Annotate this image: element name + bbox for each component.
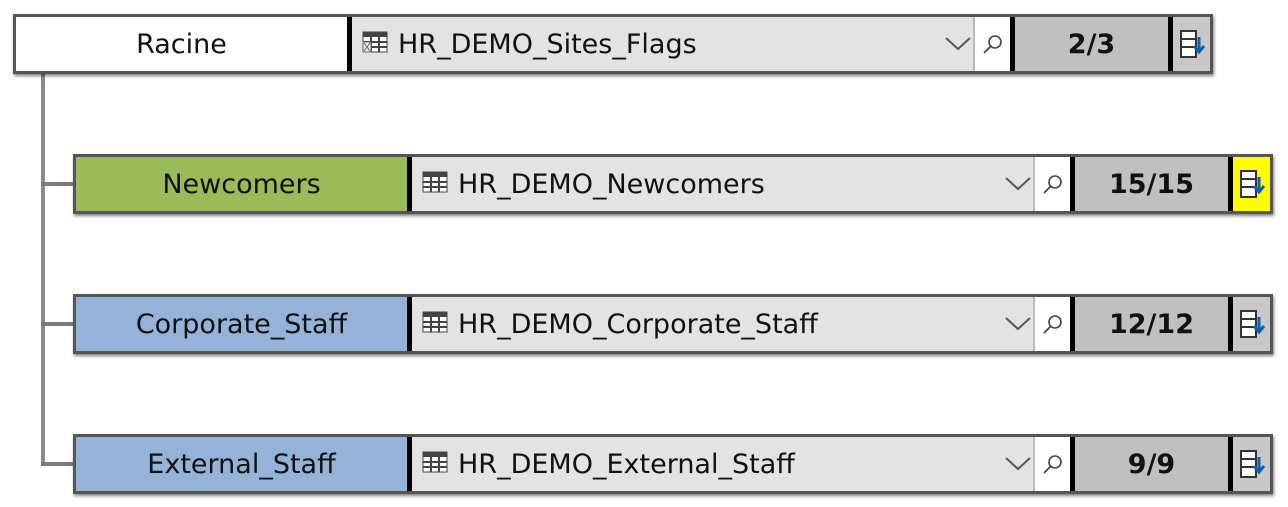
child-row: External_Staff HR_DEMO_External_Staff 9/… — [73, 434, 1273, 494]
search-button[interactable] — [1033, 297, 1070, 351]
table-icon — [412, 449, 458, 480]
node-label[interactable]: Corporate_Staff — [76, 297, 407, 351]
node-label[interactable]: Racine — [16, 17, 347, 71]
export-list-icon — [1239, 450, 1265, 478]
export-list-icon — [1179, 30, 1205, 58]
export-list-icon — [1239, 170, 1265, 198]
record-count: 9/9 — [1075, 437, 1228, 491]
table-select[interactable]: HR_DEMO_Newcomers — [412, 157, 1033, 211]
chevron-down-icon[interactable] — [1003, 457, 1033, 471]
child-row: Newcomers HR_DEMO_Newcomers 15/15 — [73, 154, 1273, 214]
root-row: Racine HR_DEMO_Sites_Flags 2/3 — [13, 14, 1213, 74]
export-button[interactable] — [1233, 157, 1270, 211]
tree-branch — [41, 462, 75, 466]
table-icon — [412, 309, 458, 340]
chevron-down-icon[interactable] — [943, 37, 973, 51]
search-button[interactable] — [973, 17, 1010, 71]
table-select-value: HR_DEMO_Sites_Flags — [398, 28, 697, 60]
search-icon — [982, 35, 1002, 54]
record-count: 12/12 — [1075, 297, 1228, 351]
table-icon — [412, 169, 458, 200]
tree-branch — [41, 322, 75, 326]
search-button[interactable] — [1033, 157, 1070, 211]
search-icon — [1042, 455, 1062, 474]
table-filter-icon — [352, 29, 398, 60]
export-button[interactable] — [1233, 437, 1270, 491]
table-select-value: HR_DEMO_Corporate_Staff — [458, 308, 818, 340]
export-list-icon — [1239, 310, 1265, 338]
search-icon — [1042, 315, 1062, 334]
chevron-down-icon[interactable] — [1003, 317, 1033, 331]
tree-connector — [41, 74, 45, 466]
chevron-down-icon[interactable] — [1003, 177, 1033, 191]
tree-branch — [41, 182, 75, 186]
table-select[interactable]: HR_DEMO_Corporate_Staff — [412, 297, 1033, 351]
node-label[interactable]: Newcomers — [76, 157, 407, 211]
export-button[interactable] — [1233, 297, 1270, 351]
record-count: 15/15 — [1075, 157, 1228, 211]
table-select[interactable]: HR_DEMO_Sites_Flags — [352, 17, 973, 71]
search-button[interactable] — [1033, 437, 1070, 491]
record-count: 2/3 — [1015, 17, 1168, 71]
table-select-value: HR_DEMO_External_Staff — [458, 448, 795, 480]
table-select-value: HR_DEMO_Newcomers — [458, 168, 765, 200]
child-row: Corporate_Staff HR_DEMO_Corporate_Staff … — [73, 294, 1273, 354]
export-button[interactable] — [1173, 17, 1210, 71]
search-icon — [1042, 175, 1062, 194]
table-select[interactable]: HR_DEMO_External_Staff — [412, 437, 1033, 491]
node-label[interactable]: External_Staff — [76, 437, 407, 491]
